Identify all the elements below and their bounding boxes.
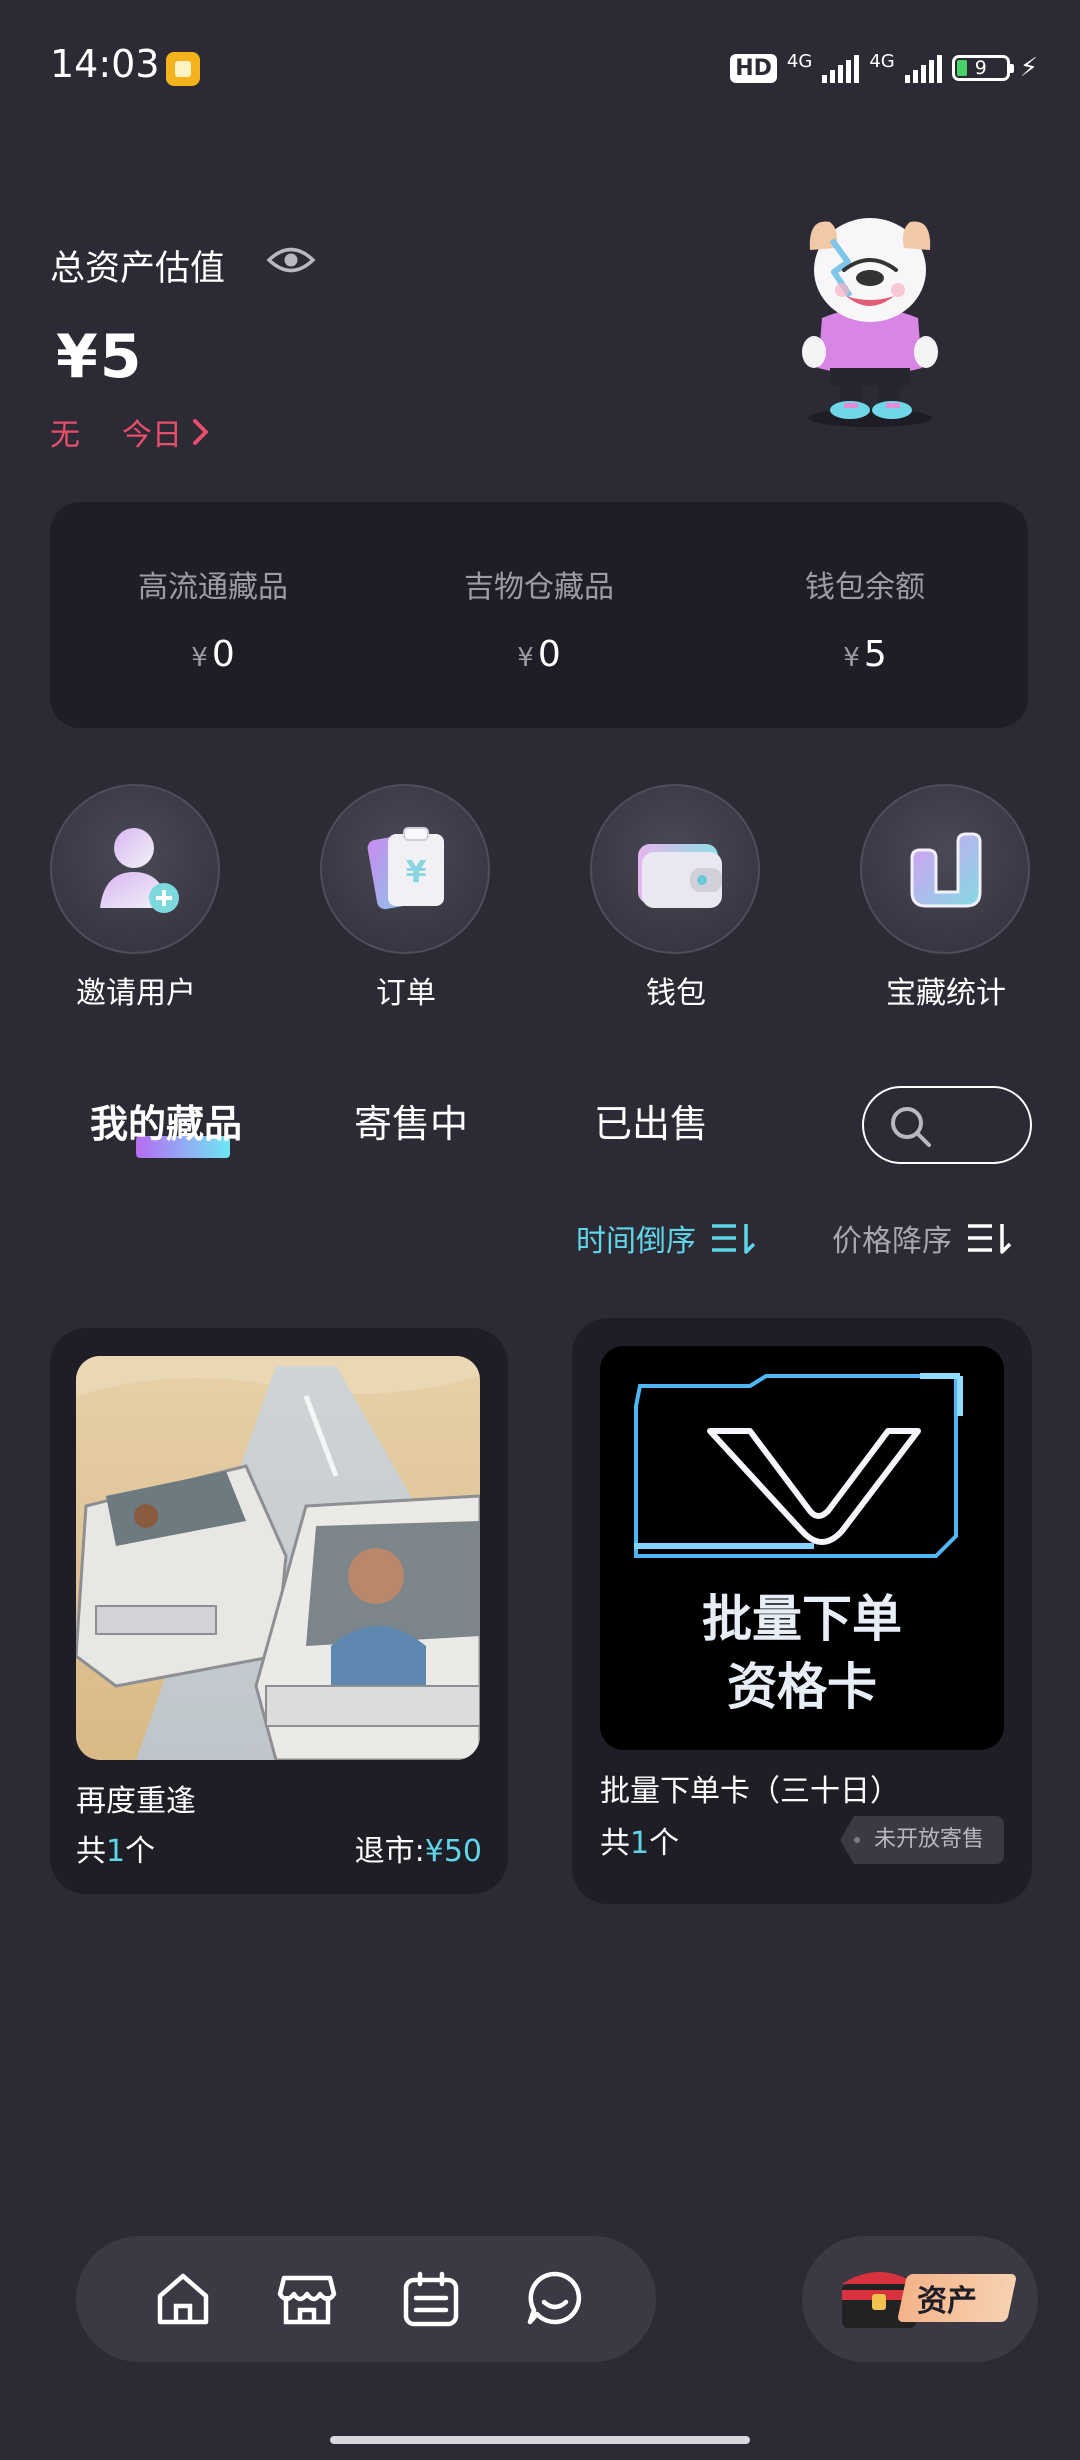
network-type-2: 4G: [869, 50, 895, 72]
store-icon[interactable]: [274, 2266, 340, 2332]
total-asset-label: 总资产估值: [50, 249, 226, 289]
collection-image: [76, 1356, 480, 1760]
asset-summary-card: 高流通藏品 ¥0 吉物仓藏品 ¥0 钱包余额 ¥5: [50, 502, 1028, 728]
calendar-icon[interactable]: [398, 2266, 464, 2332]
summary-value: ¥5: [702, 634, 1028, 675]
battery-icon: 9: [951, 55, 1014, 81]
home-indicator[interactable]: [330, 2436, 750, 2444]
status-time: 14:03: [50, 42, 160, 86]
message-icon[interactable]: [522, 2266, 588, 2332]
consignment-status-badge: 未开放寄售: [839, 1816, 1004, 1864]
count-prefix: 共: [600, 1826, 630, 1861]
action-label: 钱包: [646, 976, 706, 1011]
summary-label: 高流通藏品: [138, 570, 288, 605]
svg-text:¥: ¥: [406, 855, 427, 890]
sort-time-label: 时间倒序: [576, 1224, 696, 1259]
sort-price-label: 价格降序: [832, 1224, 952, 1259]
summary-high-liquidity[interactable]: 高流通藏品 ¥0: [50, 562, 376, 675]
count-number: 1: [630, 1826, 650, 1861]
signal-icon: [822, 53, 860, 83]
collection-count: 共1个: [600, 1818, 679, 1862]
summary-label: 吉物仓藏品: [464, 570, 614, 605]
card-image-line-2: 资格卡: [727, 1658, 877, 1716]
summary-value: ¥0: [376, 634, 702, 675]
sort-by-price[interactable]: 价格降序: [832, 1216, 1014, 1260]
network-type-1: 4G: [786, 50, 813, 72]
action-order[interactable]: ¥ 订单: [320, 784, 492, 1012]
summary-amount: 0: [537, 634, 561, 675]
status-indicators: HD 4G 4G 9 ⚡: [730, 50, 1038, 86]
action-label: 邀请用户: [76, 976, 196, 1011]
collection-title: 再度重逢: [76, 1784, 196, 1819]
card-image-line-1: 批量下单: [702, 1590, 902, 1648]
tab-my-collection[interactable]: 我的藏品: [90, 1093, 242, 1148]
action-wallet[interactable]: 钱包: [590, 784, 762, 1012]
action-treasure-stats[interactable]: 宝藏统计: [860, 784, 1032, 1012]
asset-change-value: 无: [50, 418, 80, 453]
summary-label: 钱包余额: [805, 570, 925, 605]
summary-wallet-balance[interactable]: 钱包余额 ¥5: [702, 562, 1028, 675]
summary-amount: 5: [863, 634, 887, 675]
count-number: 1: [106, 1834, 126, 1869]
count-suffix: 个: [125, 1834, 156, 1869]
summary-jiwu-warehouse[interactable]: 吉物仓藏品 ¥0: [376, 562, 702, 675]
sort-desc-icon: [968, 1224, 1012, 1254]
tab-on-consignment[interactable]: 寄售中: [354, 1093, 468, 1148]
assets-nav-button[interactable]: 资产: [802, 2236, 1038, 2362]
sort-by-time[interactable]: 时间倒序: [576, 1216, 758, 1260]
order-icon: ¥: [320, 784, 490, 954]
collection-count: 共1个: [76, 1826, 155, 1870]
delist-price-value: ¥50: [424, 1834, 482, 1869]
count-suffix: 个: [649, 1826, 680, 1861]
gallery-notification-icon: [166, 52, 200, 86]
today-label: 今日: [122, 418, 182, 453]
assets-label: 资产: [917, 2284, 977, 2319]
collection-card[interactable]: 再度重逢 共1个 退市:¥50: [50, 1328, 508, 1894]
chevron-right-icon: [193, 419, 208, 445]
sort-desc-icon: [712, 1224, 756, 1254]
search-icon: [891, 1107, 931, 1147]
signal-icon: [904, 53, 942, 83]
today-link[interactable]: 今日: [122, 410, 210, 454]
hd-voice-badge: HD: [730, 53, 777, 83]
wallet-icon: [590, 784, 760, 954]
charging-icon: ⚡: [1019, 53, 1038, 83]
delist-label: 退市:: [354, 1834, 425, 1869]
action-invite-user[interactable]: 邀请用户: [50, 784, 222, 1012]
summary-value: ¥0: [50, 634, 376, 675]
bulldog-mascot: [802, 218, 938, 427]
currency-symbol: ¥: [517, 643, 534, 673]
action-label: 订单: [376, 976, 436, 1011]
collection-image: 批量下单 资格卡: [600, 1346, 1004, 1750]
currency-symbol: ¥: [843, 643, 860, 673]
eye-icon[interactable]: [266, 245, 316, 275]
summary-amount: 0: [211, 634, 235, 675]
treasure-stats-icon: [860, 784, 1030, 954]
collection-title: 批量下单卡（三十日）: [600, 1774, 900, 1809]
currency-symbol: ¥: [191, 643, 208, 673]
count-prefix: 共: [76, 1834, 106, 1869]
invite-user-icon: [50, 784, 220, 954]
total-asset-amount: ¥5: [56, 322, 144, 392]
delist-price: 退市:¥50: [355, 1826, 482, 1870]
tab-sold[interactable]: 已出售: [594, 1093, 708, 1148]
bottom-navigation: [76, 2236, 656, 2362]
action-label: 宝藏统计: [886, 976, 1006, 1011]
home-icon[interactable]: [150, 2266, 216, 2332]
collection-card[interactable]: 批量下单 资格卡 批量下单卡（三十日） 共1个 未开放寄售: [572, 1318, 1032, 1904]
